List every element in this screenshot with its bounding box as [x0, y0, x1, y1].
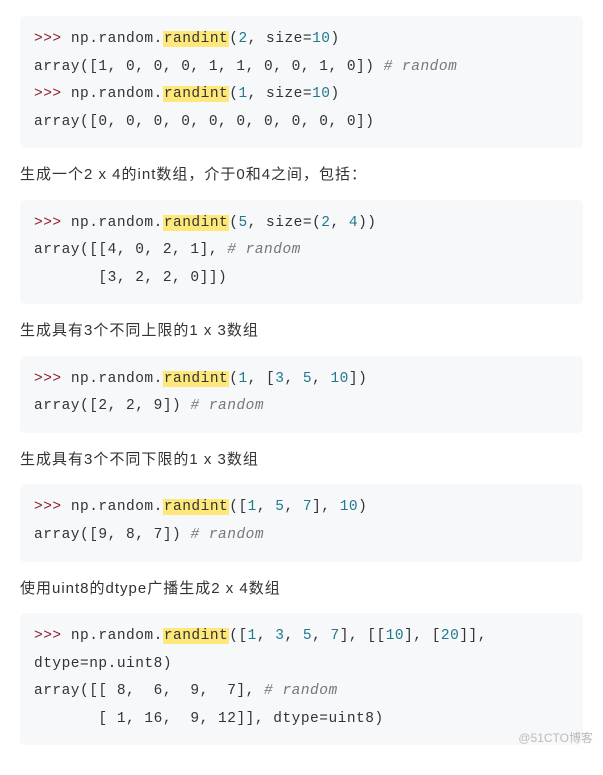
code-segment: ,	[284, 499, 302, 515]
code-line: array([0, 0, 0, 0, 0, 0, 0, 0, 0, 0])	[34, 109, 569, 137]
code-segment: np.random.	[71, 31, 163, 47]
code-segment: array([0, 0, 0, 0, 0, 0, 0, 0, 0, 0])	[34, 114, 374, 130]
code-segment: 5	[303, 371, 312, 387]
code-segment: >>>	[34, 31, 71, 47]
code-segment: 10	[312, 86, 330, 102]
code-segment: # random	[264, 683, 338, 699]
paragraph: 使用uint8的dtype广播生成2 x 4数组	[20, 576, 583, 602]
code-line: >>> np.random.randint(2, size=10)	[34, 26, 569, 54]
code-segment: randint	[163, 371, 229, 387]
code-segment: 2	[238, 31, 247, 47]
code-segment: randint	[163, 215, 229, 231]
code-segment: array([9, 8, 7])	[34, 527, 190, 543]
code-segment: array([1, 0, 0, 0, 1, 1, 0, 0, 1, 0])	[34, 59, 384, 75]
code-line: array([[4, 0, 2, 1], # random	[34, 237, 569, 265]
paragraph: 生成具有3个不同下限的1 x 3数组	[20, 447, 583, 473]
code-line: >>> np.random.randint([1, 3, 5, 7], [[10…	[34, 623, 569, 678]
code-segment: )	[330, 31, 339, 47]
watermark: @51CTO博客	[518, 729, 593, 746]
code-segment: ], [	[404, 628, 441, 644]
code-segment: [3, 2, 2, 0]])	[34, 270, 227, 286]
code-segment: ,	[257, 628, 275, 644]
code-segment: np.random.	[71, 371, 163, 387]
code-segment: 1	[238, 86, 247, 102]
code-block: >>> np.random.randint(2, size=10)array([…	[20, 16, 583, 148]
code-segment: 4	[349, 215, 358, 231]
code-line: array([2, 2, 9]) # random	[34, 393, 569, 421]
code-segment: 10	[386, 628, 404, 644]
code-segment: 1	[248, 499, 257, 515]
code-segment: ))	[358, 215, 376, 231]
code-line: array([9, 8, 7]) # random	[34, 522, 569, 550]
code-segment: ,	[284, 371, 302, 387]
code-line: [3, 2, 2, 0]])	[34, 265, 569, 293]
code-block: >>> np.random.randint([1, 5, 7], 10)arra…	[20, 484, 583, 561]
document-root: >>> np.random.randint(2, size=10)array([…	[20, 16, 583, 745]
code-segment: ,	[312, 371, 330, 387]
code-segment: , [	[248, 371, 276, 387]
code-line: [ 1, 16, 9, 12]], dtype=uint8)	[34, 706, 569, 734]
code-segment: 1	[248, 628, 257, 644]
code-segment: 20	[441, 628, 459, 644]
code-segment: >>>	[34, 86, 71, 102]
code-segment: np.random.	[71, 499, 163, 515]
code-segment: >>>	[34, 628, 71, 644]
code-block: >>> np.random.randint([1, 3, 5, 7], [[10…	[20, 613, 583, 745]
code-segment: # random	[384, 59, 458, 75]
code-segment: ,	[284, 628, 302, 644]
code-segment: )	[330, 86, 339, 102]
code-line: >>> np.random.randint(1, size=10)	[34, 81, 569, 109]
code-line: array([1, 0, 0, 0, 1, 1, 0, 0, 1, 0]) # …	[34, 54, 569, 82]
code-segment: randint	[163, 31, 229, 47]
code-segment: ,	[257, 499, 275, 515]
code-block: >>> np.random.randint(1, [3, 5, 10])arra…	[20, 356, 583, 433]
code-segment: ,	[312, 628, 330, 644]
code-segment: array([[ 8, 6, 9, 7],	[34, 683, 264, 699]
code-segment: # random	[190, 398, 264, 414]
code-segment: [ 1, 16, 9, 12]], dtype=uint8)	[34, 711, 384, 727]
code-line: >>> np.random.randint(5, size=(2, 4))	[34, 210, 569, 238]
code-segment: ], [[	[340, 628, 386, 644]
code-segment: , size=	[248, 86, 312, 102]
paragraph: 生成一个2 x 4的int数组，介于0和4之间，包括：	[20, 162, 583, 188]
code-segment: 7	[303, 499, 312, 515]
code-segment: , size=	[248, 31, 312, 47]
code-segment: array([2, 2, 9])	[34, 398, 190, 414]
code-segment: )	[358, 499, 367, 515]
code-segment: >>>	[34, 499, 71, 515]
code-segment: 5	[238, 215, 247, 231]
code-segment: ([	[229, 499, 247, 515]
code-segment: , size=(	[248, 215, 322, 231]
code-segment: >>>	[34, 371, 71, 387]
code-segment: ])	[349, 371, 367, 387]
code-segment: 7	[330, 628, 339, 644]
code-segment: ,	[330, 215, 348, 231]
code-segment: 1	[238, 371, 247, 387]
code-segment: ([	[229, 628, 247, 644]
code-segment: 5	[303, 628, 312, 644]
code-segment: np.random.	[71, 215, 163, 231]
code-segment: np.random.	[71, 86, 163, 102]
paragraph: 生成具有3个不同上限的1 x 3数组	[20, 318, 583, 344]
code-segment: np.random.	[71, 628, 163, 644]
code-segment: # random	[190, 527, 264, 543]
code-segment: 10	[312, 31, 330, 47]
code-segment: 10	[330, 371, 348, 387]
code-line: >>> np.random.randint([1, 5, 7], 10)	[34, 494, 569, 522]
code-segment: >>>	[34, 215, 71, 231]
code-line: >>> np.random.randint(1, [3, 5, 10])	[34, 366, 569, 394]
code-block: >>> np.random.randint(5, size=(2, 4))arr…	[20, 200, 583, 305]
code-segment: # random	[227, 242, 301, 258]
code-segment: array([[4, 0, 2, 1],	[34, 242, 227, 258]
code-line: array([[ 8, 6, 9, 7], # random	[34, 678, 569, 706]
code-segment: randint	[163, 628, 229, 644]
code-segment: randint	[163, 499, 229, 515]
code-segment: 10	[340, 499, 358, 515]
code-segment: ],	[312, 499, 340, 515]
code-segment: randint	[163, 86, 229, 102]
